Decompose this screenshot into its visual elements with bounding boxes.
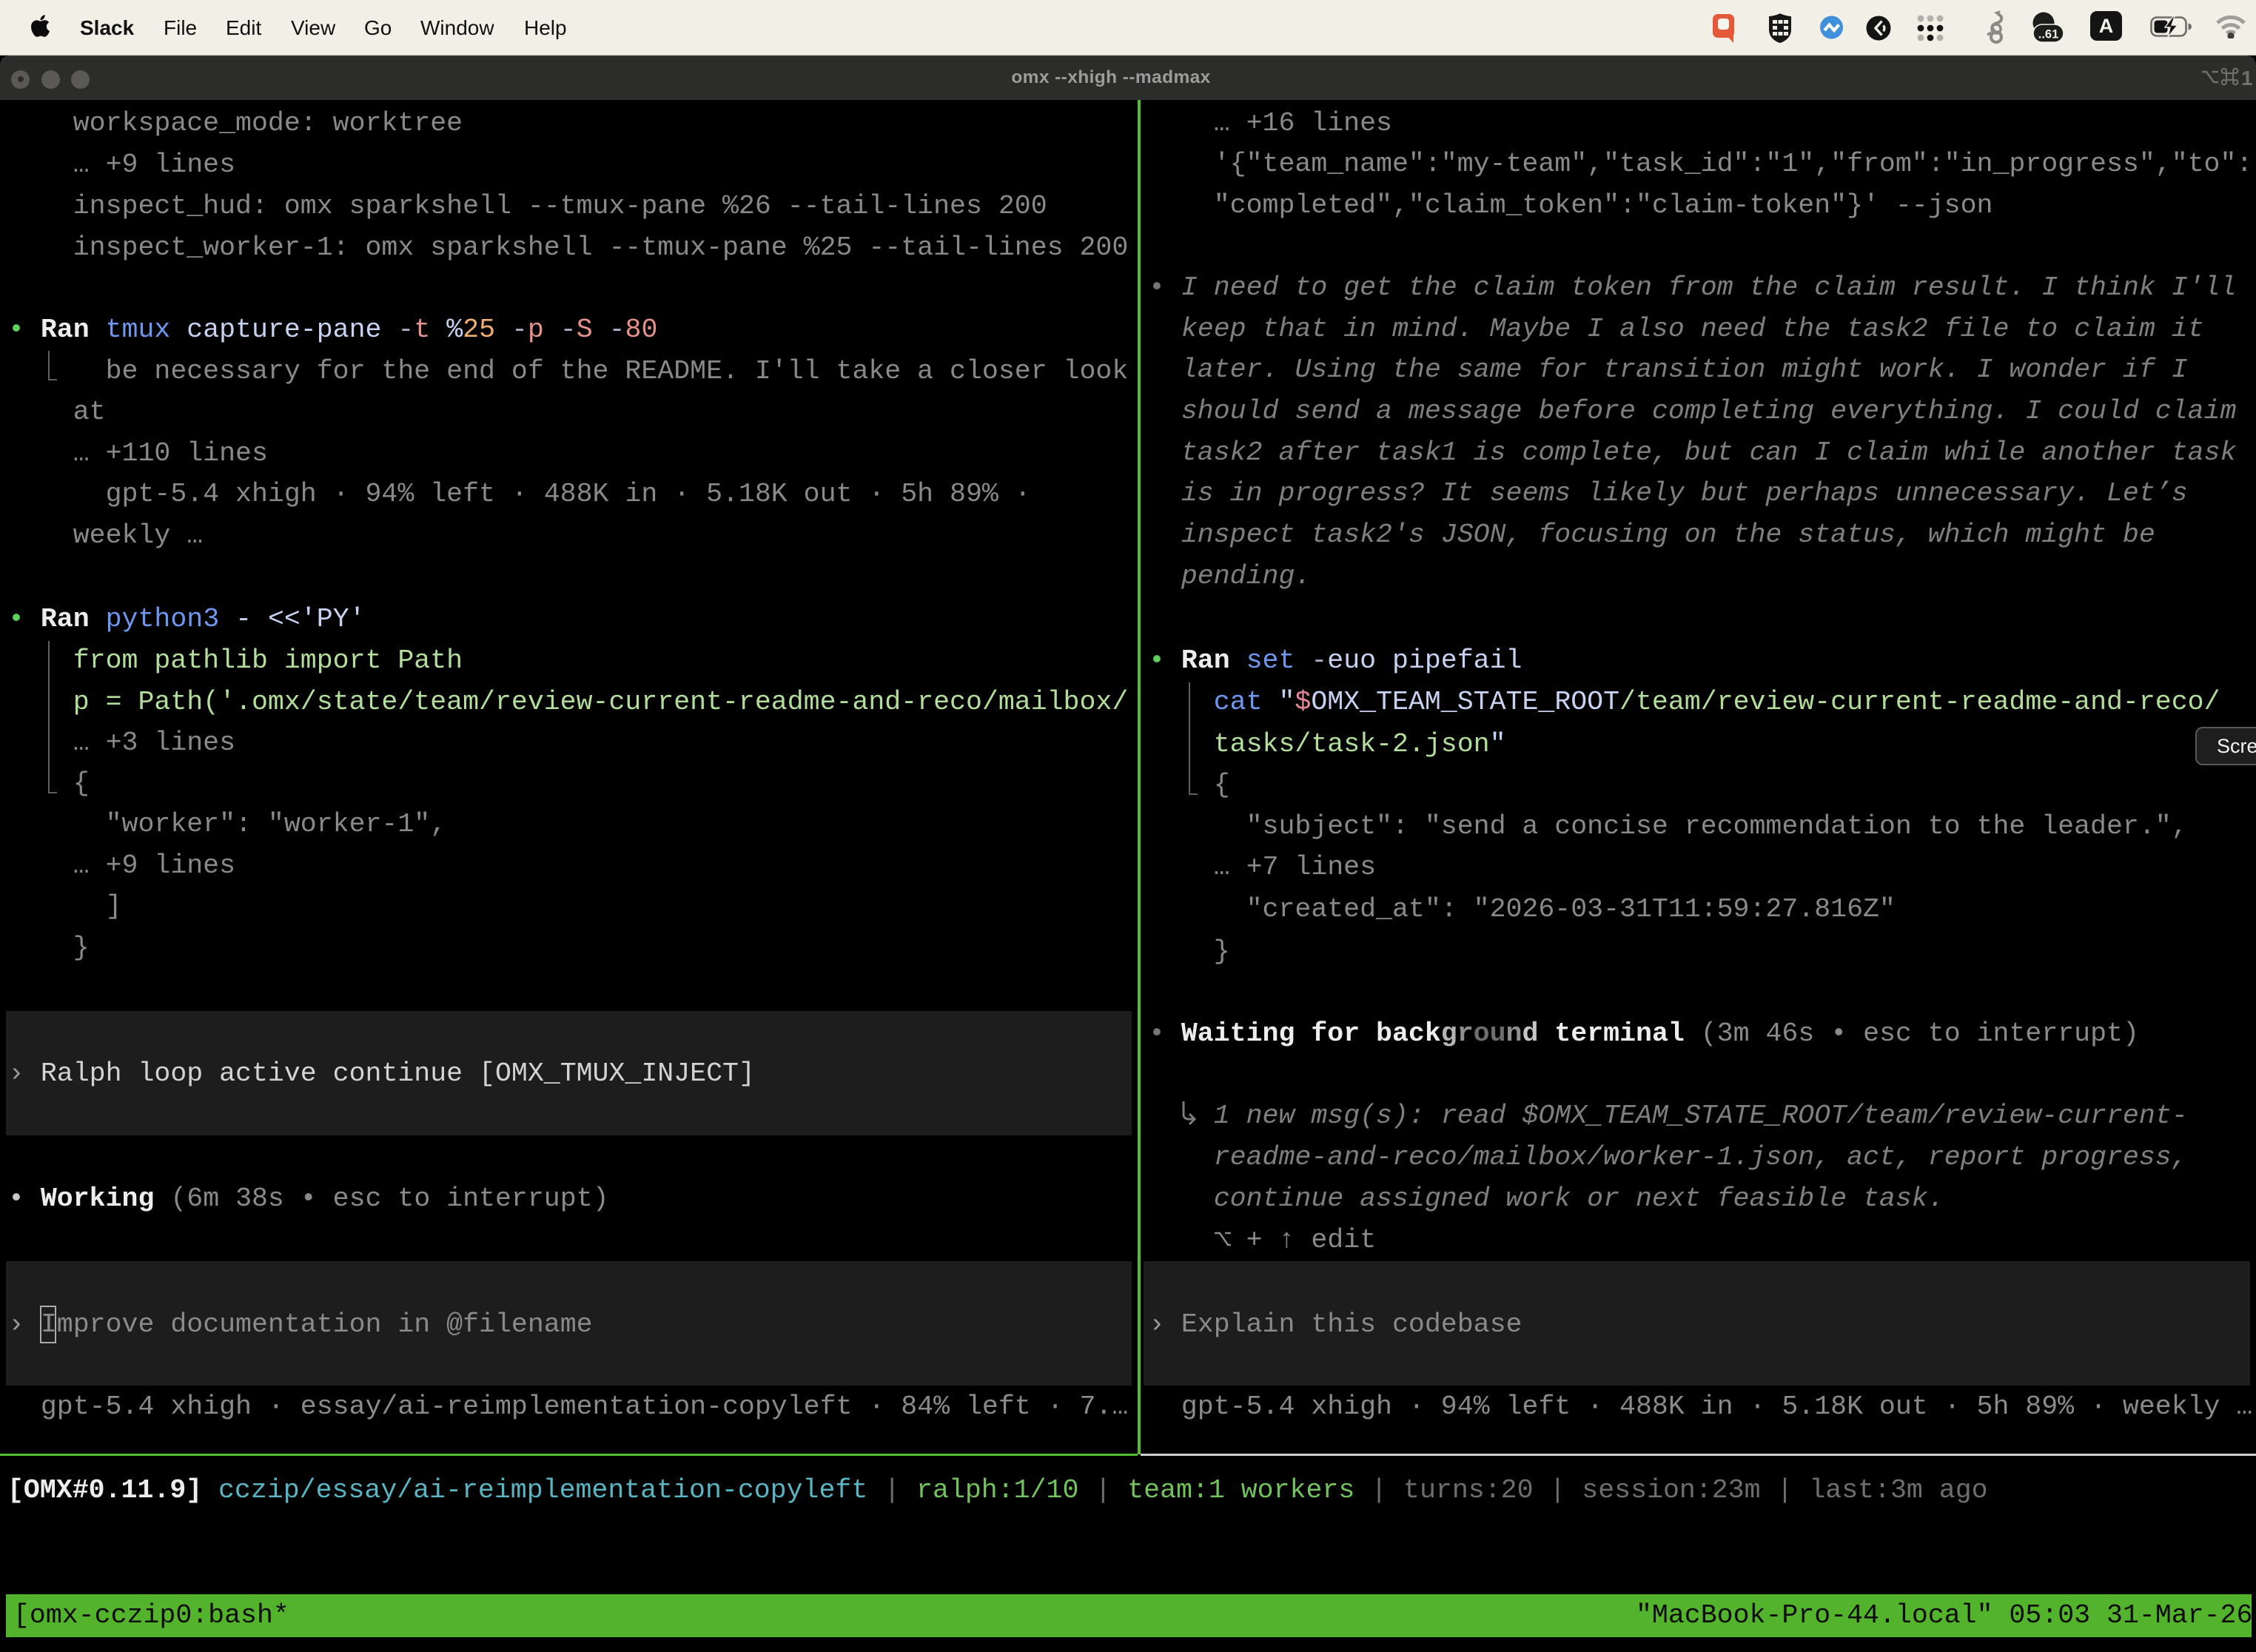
svg-text:..61: ..61 xyxy=(2038,28,2059,41)
